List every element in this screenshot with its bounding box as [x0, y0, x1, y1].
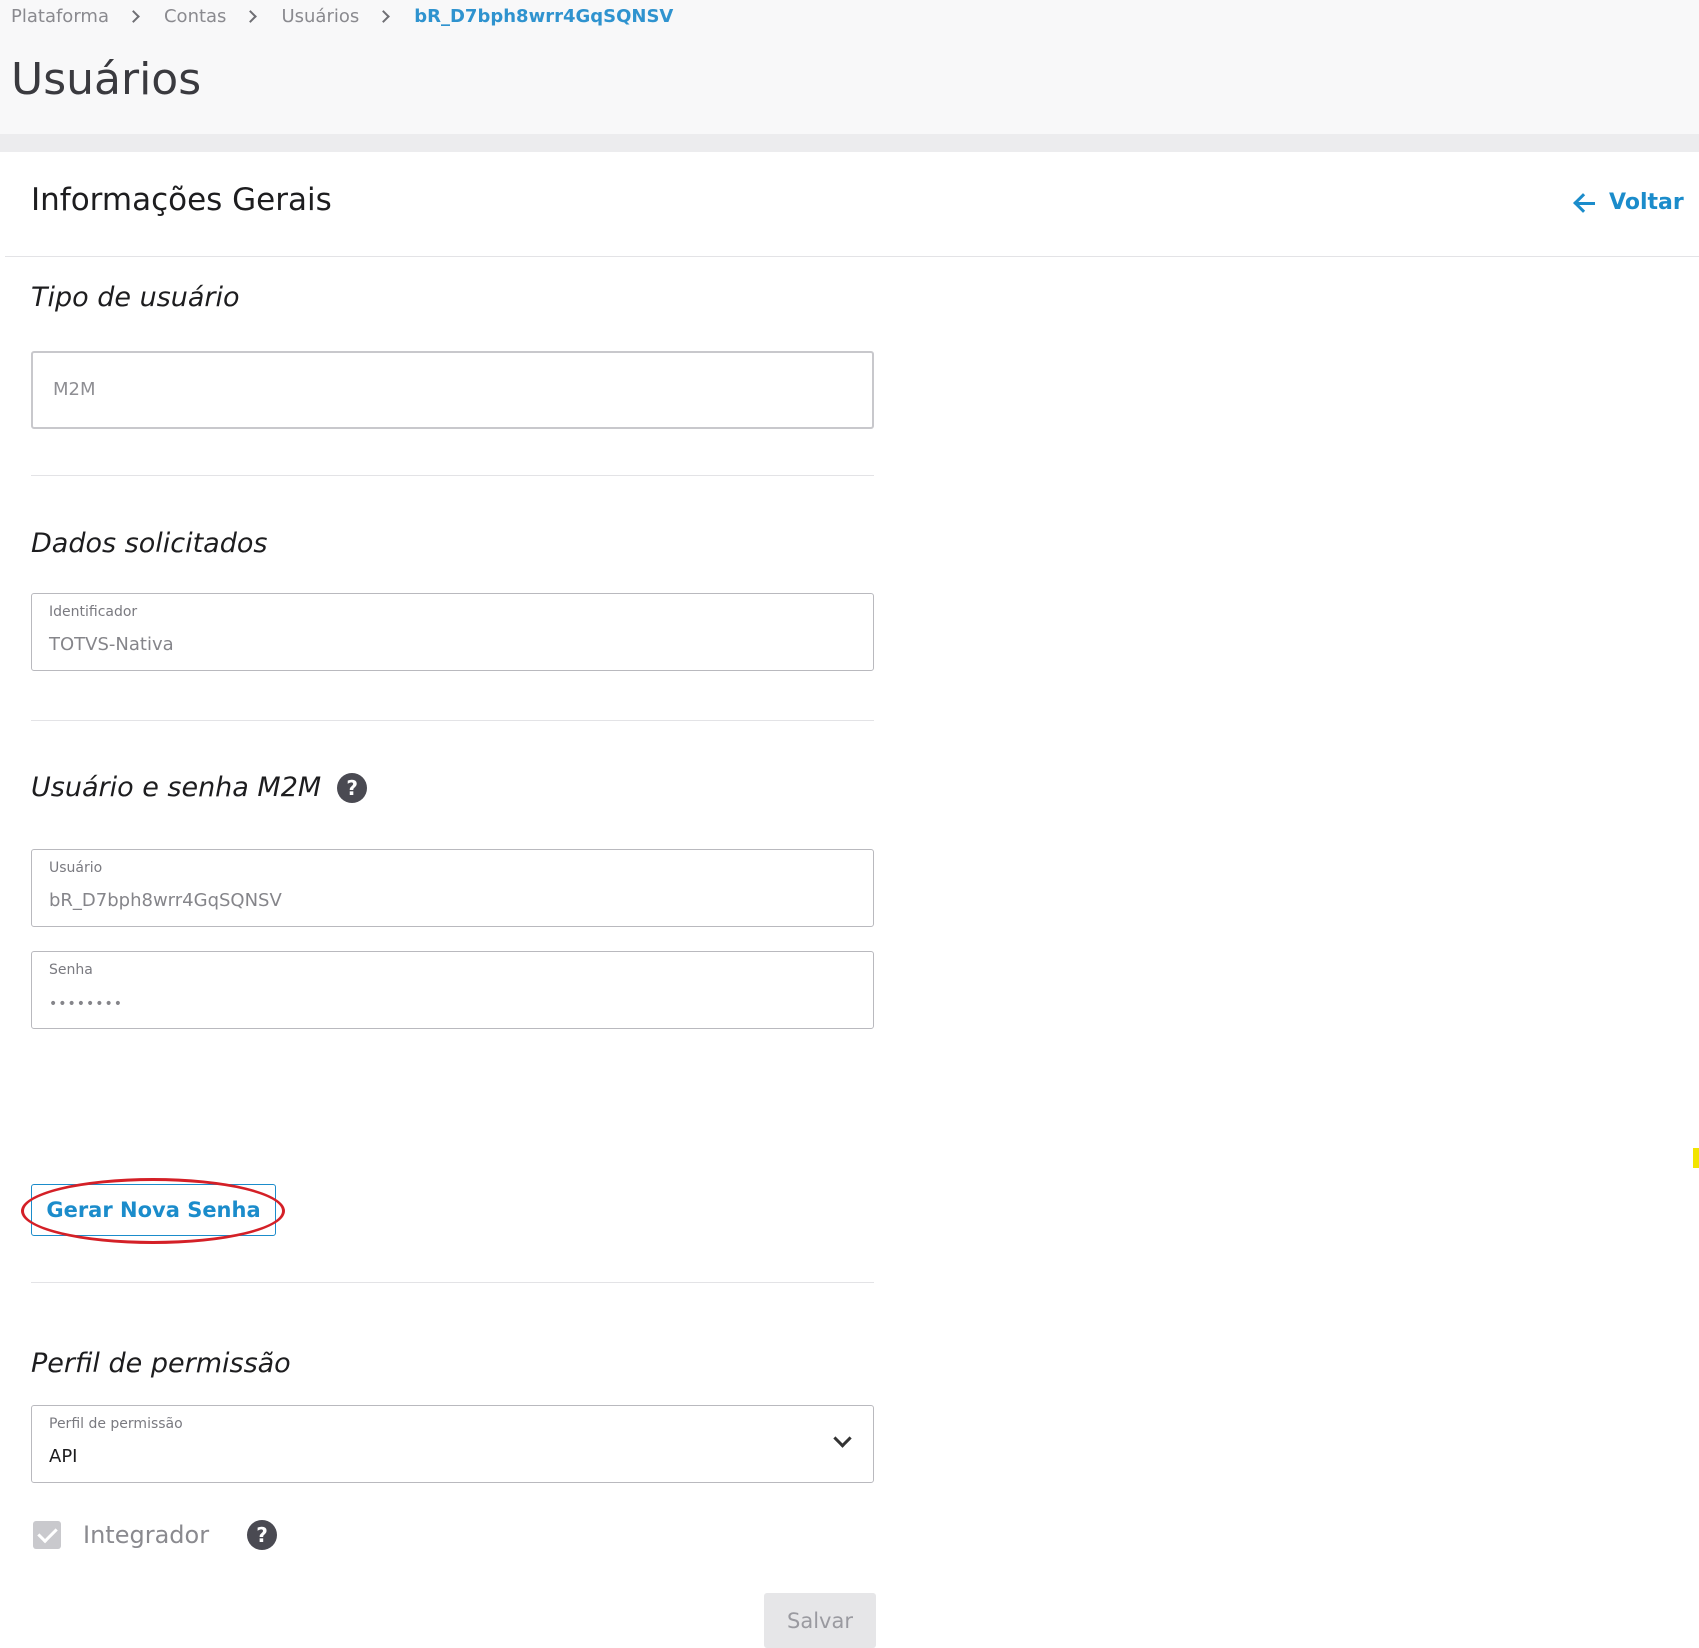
- m2m-user-field[interactable]: Usuário bR_D7bph8wrr4GqSQNSV: [31, 849, 874, 927]
- password-value: ••••••••: [49, 996, 124, 1012]
- breadcrumb-item-contas[interactable]: Contas: [164, 6, 226, 27]
- arrow-left-icon: [1573, 192, 1595, 214]
- m2m-user-value: bR_D7bph8wrr4GqSQNSV: [49, 890, 282, 911]
- permission-profile-select[interactable]: Perfil de permissão API: [31, 1405, 874, 1483]
- card-title: Informações Gerais: [31, 182, 332, 218]
- credentials-section-title-text: Usuário e senha M2M: [31, 772, 322, 803]
- user-type-section-title: Tipo de usuário: [31, 282, 240, 313]
- breadcrumb-item-usuarios[interactable]: Usuários: [281, 6, 359, 27]
- save-button[interactable]: Salvar: [764, 1593, 876, 1648]
- password-field[interactable]: Senha ••••••••: [31, 951, 874, 1029]
- chevron-right-icon: [127, 10, 140, 23]
- breadcrumb-item-plataforma[interactable]: Plataforma: [11, 6, 109, 27]
- card-header: Informações Gerais Voltar: [5, 152, 1699, 257]
- back-button[interactable]: Voltar: [1573, 190, 1684, 215]
- integrator-checkbox[interactable]: [33, 1521, 61, 1549]
- user-type-value: M2M: [53, 379, 96, 400]
- breadcrumb-item-current: bR_D7bph8wrr4GqSQNSV: [414, 6, 674, 27]
- header-separator-strip: [0, 134, 1699, 152]
- user-type-field: M2M: [31, 351, 874, 429]
- chevron-right-icon: [377, 10, 391, 23]
- general-info-card: Informações Gerais Voltar Tipo de usuári…: [5, 152, 1699, 1648]
- permission-profile-label: Perfil de permissão: [49, 1416, 183, 1432]
- page-title: Usuários: [11, 54, 202, 105]
- integrator-label: Integrador: [83, 1521, 210, 1549]
- requested-data-section-title: Dados solicitados: [31, 528, 268, 559]
- chevron-down-icon[interactable]: [833, 1429, 852, 1448]
- chevron-right-icon: [244, 10, 258, 23]
- permission-section-title: Perfil de permissão: [31, 1348, 291, 1379]
- section-divider: [31, 475, 874, 476]
- edge-marker: [1693, 1148, 1699, 1168]
- credentials-section-title: Usuário e senha M2M ?: [31, 772, 368, 803]
- section-divider: [31, 1282, 874, 1283]
- identifier-label: Identificador: [49, 604, 138, 620]
- password-label: Senha: [49, 962, 93, 978]
- back-button-label: Voltar: [1609, 190, 1684, 215]
- page-header: Plataforma Contas Usuários bR_D7bph8wrr4…: [0, 0, 1699, 134]
- identifier-field[interactable]: Identificador TOTVS-Nativa: [31, 593, 874, 671]
- breadcrumb: Plataforma Contas Usuários bR_D7bph8wrr4…: [11, 6, 673, 27]
- generate-new-password-button[interactable]: Gerar Nova Senha: [31, 1184, 276, 1236]
- help-icon[interactable]: ?: [337, 772, 368, 803]
- section-divider: [31, 720, 874, 721]
- m2m-user-label: Usuário: [49, 860, 103, 876]
- identifier-value: TOTVS-Nativa: [49, 634, 174, 655]
- permission-profile-value: API: [49, 1446, 78, 1467]
